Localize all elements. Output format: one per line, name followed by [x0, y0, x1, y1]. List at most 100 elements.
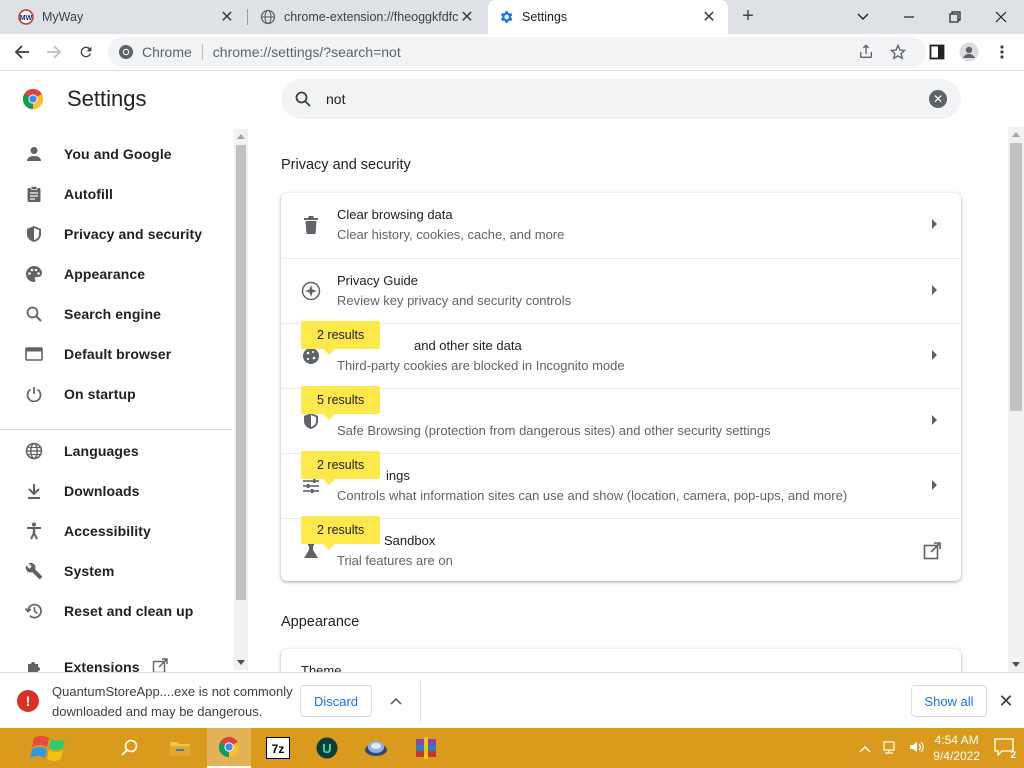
row-security[interactable]: 5 results Safe Browsing (protection from…: [281, 386, 961, 453]
sidebar-item-default-browser[interactable]: Default browser: [0, 334, 232, 374]
row-privacy-guide[interactable]: Privacy Guide Review key privacy and sec…: [281, 258, 961, 323]
network-icon[interactable]: [883, 740, 899, 757]
taskbar-chrome[interactable]: [207, 728, 251, 768]
discard-button[interactable]: Discard: [300, 685, 372, 717]
tab-separator: [247, 9, 248, 25]
scrollbar-thumb[interactable]: [236, 145, 246, 600]
scroll-up-arrow-icon[interactable]: [237, 134, 245, 139]
row-site-settings[interactable]: 2 results ings Controls what information…: [281, 451, 961, 518]
download-options-button[interactable]: [386, 691, 406, 711]
arrow-left-icon: [14, 45, 29, 59]
sidebar-item-appearance[interactable]: Appearance: [0, 254, 232, 294]
sidebar-item-system[interactable]: System: [0, 551, 232, 591]
close-download-bar-button[interactable]: ✕: [996, 691, 1016, 711]
chevron-right-icon: [932, 415, 937, 425]
close-tab-icon[interactable]: ✕: [218, 8, 236, 26]
scrollbar-thumb[interactable]: [1010, 143, 1022, 411]
sidebar-item-languages[interactable]: Languages: [0, 431, 232, 471]
close-tab-icon[interactable]: ✕: [458, 8, 476, 26]
svg-text:7z: 7z: [272, 742, 285, 756]
sidebar-scrollbar[interactable]: [234, 129, 248, 670]
chevron-right-icon: [932, 480, 937, 490]
scroll-down-arrow-icon[interactable]: [237, 660, 245, 665]
sidebar-item-downloads[interactable]: Downloads: [0, 471, 232, 511]
forward-button[interactable]: [40, 38, 68, 66]
sidebar-item-extensions[interactable]: Extensions: [0, 647, 232, 672]
row-privacy-sandbox[interactable]: 2 results Sandbox Trial features are on: [281, 516, 961, 583]
scroll-up-arrow-icon[interactable]: [1012, 132, 1020, 137]
row-title: ings: [386, 468, 410, 483]
volume-icon[interactable]: [909, 740, 925, 757]
omnibox-divider: [201, 44, 203, 60]
row-clear-browsing-data[interactable]: Clear browsing data Clear history, cooki…: [281, 193, 961, 258]
close-tab-icon[interactable]: ✕: [700, 8, 718, 26]
windows-logo-icon: [30, 736, 65, 761]
address-bar[interactable]: Chrome chrome://settings/?search=not: [108, 37, 926, 67]
row-cookies[interactable]: 2 results and other site data Third-part…: [281, 321, 961, 388]
side-panel-button[interactable]: [923, 38, 951, 66]
cookie-icon: [301, 346, 321, 366]
browser-icon: [24, 344, 44, 364]
settings-search-box[interactable]: ✕: [281, 79, 961, 119]
sidebar-item-label: Privacy and security: [64, 226, 203, 242]
profile-button[interactable]: [955, 38, 983, 66]
windows-taskbar: 7z U 4:54 AM 9/4/2022 2: [0, 728, 1024, 768]
wrench-icon: [24, 561, 44, 581]
row-title: Clear browsing data: [337, 207, 453, 222]
minimize-button[interactable]: [886, 0, 932, 34]
tray-chevron-up-icon[interactable]: [859, 741, 871, 756]
search-input[interactable]: [326, 91, 929, 107]
more-vert-icon: [1000, 45, 1004, 59]
sidebar-item-label: Extensions: [64, 659, 140, 672]
avatar-icon: [959, 42, 979, 62]
section-title-privacy: Privacy and security: [281, 157, 411, 173]
sidebar-item-label: On startup: [64, 386, 136, 402]
sidebar-item-on-startup[interactable]: On startup: [0, 374, 232, 414]
sidebar-item-search-engine[interactable]: Search engine: [0, 294, 232, 334]
taskbar-file-explorer[interactable]: [158, 728, 202, 768]
taskbar-network-app[interactable]: [354, 728, 398, 768]
new-tab-button[interactable]: +: [736, 5, 760, 29]
chevron-right-icon: [932, 219, 937, 229]
omnibox-url[interactable]: chrome://settings/?search=not: [213, 44, 401, 60]
tab-myway[interactable]: MW MyWay ✕: [8, 0, 246, 34]
settings-main: Privacy and security Clear browsing data…: [248, 127, 1008, 672]
back-button[interactable]: [8, 38, 36, 66]
sidebar-item-you-and-google[interactable]: You and Google: [0, 134, 232, 174]
tab-settings[interactable]: Settings ✕: [488, 0, 728, 34]
menu-button[interactable]: [988, 38, 1016, 66]
power-icon: [24, 384, 44, 404]
scroll-down-arrow-icon[interactable]: [1012, 662, 1020, 667]
show-all-button[interactable]: Show all: [911, 685, 987, 717]
tab-extension[interactable]: chrome-extension://fheoggkfdfc ✕: [250, 0, 486, 34]
clock-date: 9/4/2022: [933, 749, 980, 763]
sidebar-item-label: Search engine: [64, 306, 162, 322]
start-button[interactable]: [18, 728, 86, 768]
close-icon: [995, 11, 1007, 23]
taskbar-search-button[interactable]: [108, 728, 152, 768]
taskbar-7zip[interactable]: 7z: [256, 728, 300, 768]
notifications-icon[interactable]: 2: [994, 737, 1016, 761]
sidebar-item-reset-and-clean-up[interactable]: Reset and clean up: [0, 591, 232, 631]
sidebar-item-accessibility[interactable]: Accessibility: [0, 511, 232, 551]
search-icon: [24, 304, 44, 324]
tab-strip: MW MyWay ✕ chrome-extension://fheoggkfdf…: [0, 0, 1024, 34]
share-button[interactable]: [852, 38, 880, 66]
tab-search-button[interactable]: [840, 0, 886, 34]
sidebar-item-label: System: [64, 563, 115, 579]
restore-button[interactable]: [932, 0, 978, 34]
taskbar-clock[interactable]: 4:54 AM 9/4/2022: [933, 732, 980, 764]
close-window-button[interactable]: [978, 0, 1024, 34]
reload-icon: [80, 46, 92, 58]
reload-button[interactable]: [72, 38, 100, 66]
bookmark-button[interactable]: [884, 38, 912, 66]
taskbar-winrar[interactable]: [404, 728, 448, 768]
globe-favicon-icon: [260, 9, 276, 25]
taskbar-u-app[interactable]: U: [305, 728, 349, 768]
main-scrollbar[interactable]: [1008, 127, 1024, 672]
row-theme[interactable]: Theme: [301, 663, 341, 672]
sidebar-item-label: Accessibility: [64, 523, 151, 539]
sidebar-item-privacy-and-security[interactable]: Privacy and security: [0, 214, 232, 254]
sidebar-item-autofill[interactable]: Autofill: [0, 174, 232, 214]
clear-search-button[interactable]: ✕: [929, 90, 947, 108]
